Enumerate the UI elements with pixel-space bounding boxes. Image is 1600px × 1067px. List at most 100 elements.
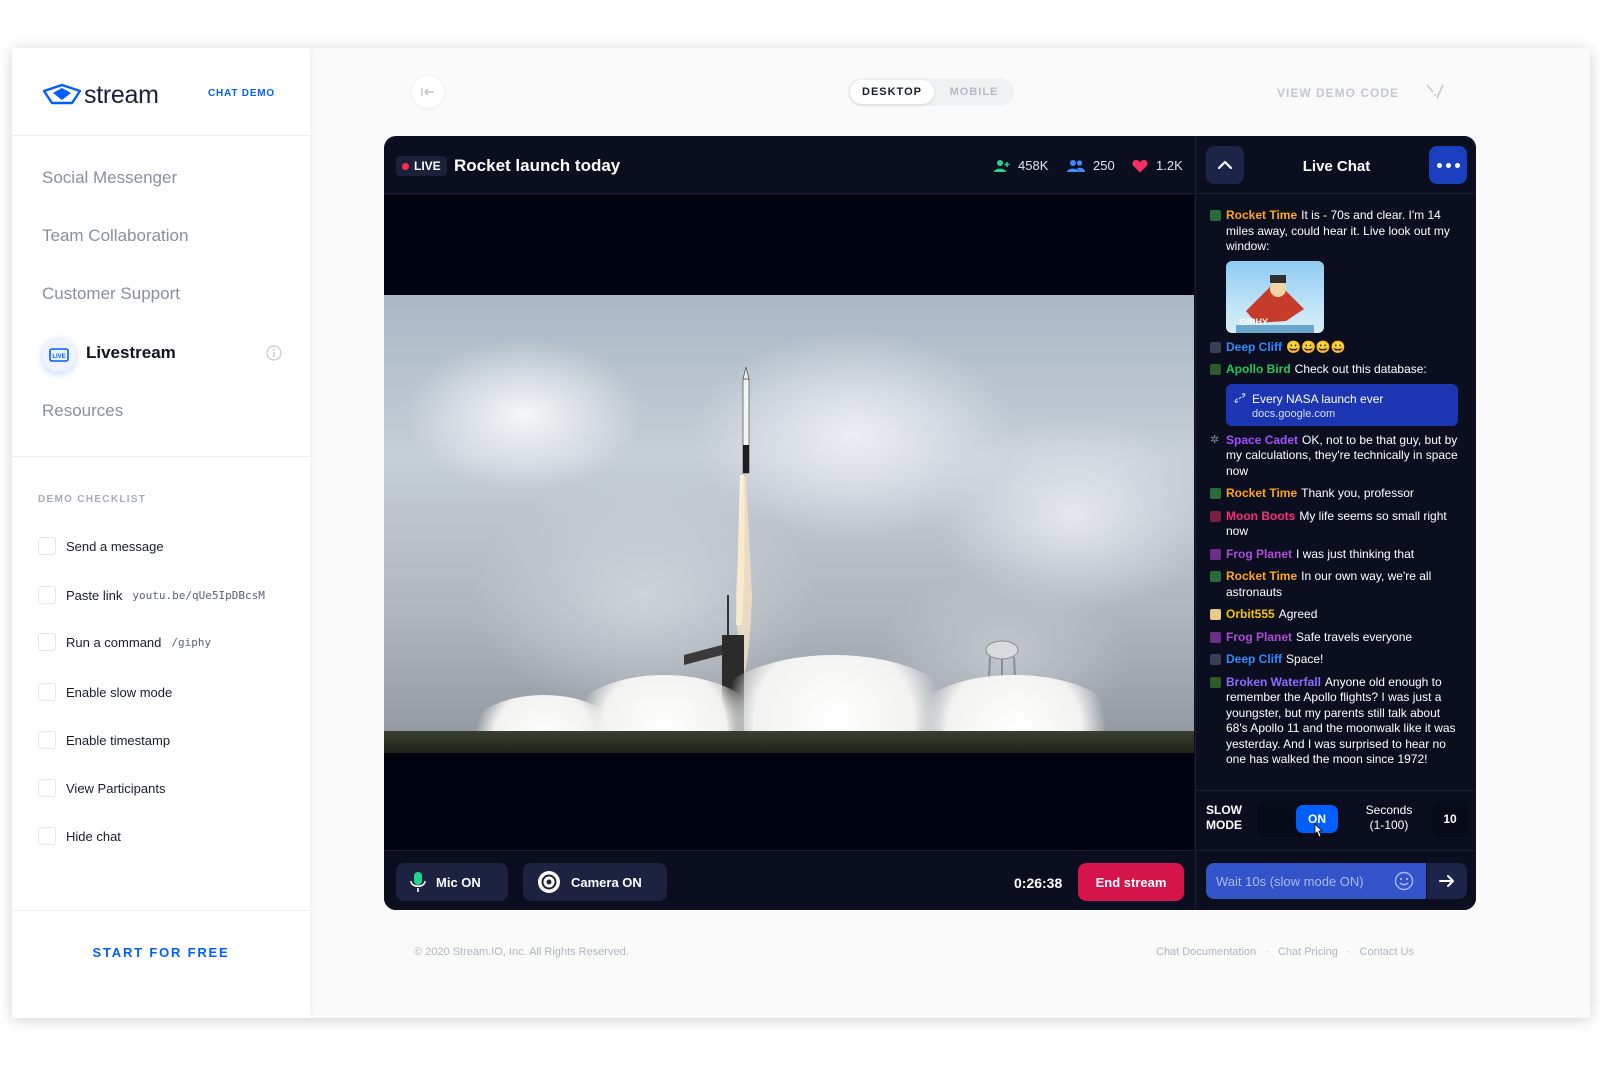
user-avatar-icon (1210, 364, 1221, 375)
code-icon[interactable] (1424, 82, 1446, 100)
video-area (384, 195, 1194, 850)
message-text: Space! (1286, 652, 1324, 666)
seconds-label: Seconds (1-100) (1354, 803, 1424, 833)
message-username[interactable]: Space Cadet (1226, 433, 1298, 447)
checklist-code: /giphy (171, 635, 212, 649)
checklist-item[interactable]: Enable slow mode (38, 681, 172, 703)
checkbox[interactable] (38, 633, 56, 651)
message-username[interactable]: Deep Cliff (1226, 340, 1282, 354)
mobile-view-button[interactable]: MOBILE (936, 80, 1012, 104)
checklist-label: View Participants (66, 780, 166, 796)
message-username[interactable]: Deep Cliff (1226, 652, 1282, 666)
message-username[interactable]: Frog Planet (1226, 630, 1292, 644)
chat-more-button[interactable] (1429, 146, 1467, 184)
start-for-free-button[interactable]: START FOR FREE (12, 945, 310, 960)
stream-timer: 0:26:38 (1014, 875, 1063, 891)
user-avatar-icon (1210, 488, 1221, 499)
heart-icon (1132, 159, 1148, 172)
message-username[interactable]: Frog Planet (1226, 547, 1292, 561)
microphone-icon (410, 872, 426, 892)
nav-livestream[interactable]: Livestream (86, 343, 176, 363)
slow-mode-label-line1: SLOW (1206, 803, 1242, 817)
chat-messages: Rocket Time It is - 70s and clear. I'm 14… (1210, 208, 1464, 775)
checkbox[interactable] (38, 779, 56, 797)
user-avatar-icon (1210, 631, 1221, 643)
viewers-stat: 250 (1067, 158, 1115, 173)
nav-social-messenger[interactable]: Social Messenger (42, 168, 177, 188)
likes-count: 1.2K (1156, 158, 1183, 173)
checklist-item[interactable]: Send a message (38, 535, 164, 557)
camera-toggle-button[interactable]: Camera ON (523, 863, 667, 901)
info-icon[interactable] (266, 345, 282, 361)
likes-stat: 1.2K (1132, 158, 1183, 173)
message-text: 😀😀😀😀 (1286, 339, 1346, 354)
checklist-label: Send a message (66, 538, 164, 554)
collapse-sidebar-button[interactable] (412, 76, 444, 108)
seconds-input[interactable]: 10 (1432, 801, 1468, 837)
checklist-item[interactable]: Hide chat (38, 825, 121, 847)
chat-documentation-link[interactable]: Chat Documentation (1156, 946, 1256, 958)
camera-label: Camera ON (571, 874, 642, 890)
user-avatar-icon (1210, 609, 1221, 620)
view-demo-code-link[interactable]: VIEW DEMO CODE (1277, 86, 1399, 100)
checkbox[interactable] (38, 827, 56, 845)
copyright: © 2020 Stream.IO, Inc. All Rights Reserv… (414, 946, 629, 958)
message-username[interactable]: Moon Boots (1226, 509, 1295, 523)
checkbox[interactable] (38, 683, 56, 701)
send-button[interactable] (1427, 863, 1467, 899)
slow-mode-bar: SLOW MODE ON Seconds (1-100) 10 (1196, 790, 1476, 850)
checklist-label: Paste link (66, 587, 123, 603)
message-username[interactable]: Rocket Time (1226, 569, 1297, 583)
chat-header: Live Chat (1196, 136, 1476, 194)
message-username[interactable]: Rocket Time (1226, 208, 1297, 222)
mic-toggle-button[interactable]: Mic ON (396, 863, 508, 901)
checklist-item[interactable]: Enable timestamp (38, 729, 170, 751)
user-avatar-icon (1210, 676, 1221, 688)
message-username[interactable]: Broken Waterfall (1226, 675, 1321, 689)
chat-message-input[interactable] (1206, 863, 1426, 899)
checkbox[interactable] (38, 731, 56, 749)
message-username[interactable]: Rocket Time (1226, 486, 1297, 500)
end-stream-button[interactable]: End stream (1078, 863, 1184, 901)
link-preview-card[interactable]: Every NASA launch ever docs.google.com (1226, 383, 1458, 426)
nav-resources[interactable]: Resources (42, 401, 123, 421)
chat-message: Orbit555 Agreed (1210, 607, 1464, 623)
users-icon (1067, 159, 1085, 172)
message-username[interactable]: Apollo Bird (1226, 362, 1291, 376)
message-text: Safe travels everyone (1296, 629, 1413, 644)
emoji-icon[interactable] (1394, 871, 1414, 891)
chat-message: Rocket Time It is - 70s and clear. I'm 14… (1210, 208, 1464, 333)
checklist-item[interactable]: Paste link youtu.be/qUe5IpDBcsM (38, 584, 265, 606)
live-chat-panel: Live Chat Rocket Time It is - 70s and cle… (1195, 136, 1476, 910)
slow-mode-toggle[interactable]: ON (1258, 801, 1340, 837)
livestream-icon: LIVE (42, 338, 76, 372)
checkbox[interactable] (38, 537, 56, 555)
message-text: Thank you, professor (1301, 486, 1414, 500)
checkbox[interactable] (38, 586, 56, 604)
view-toggle: DESKTOP MOBILE (848, 78, 1014, 106)
message-username[interactable]: Orbit555 (1226, 607, 1275, 621)
user-avatar-icon (1210, 548, 1221, 560)
checklist-item[interactable]: View Participants (38, 777, 165, 799)
nav-team-collaboration[interactable]: Team Collaboration (42, 226, 188, 246)
desktop-view-button[interactable]: DESKTOP (850, 80, 934, 104)
divider (12, 910, 310, 911)
chat-message: Broken Waterfall Anyone old enough to rem… (1210, 675, 1464, 768)
checklist-item[interactable]: Run a command /giphy (38, 631, 211, 653)
contact-us-link[interactable]: Contact Us (1360, 946, 1414, 958)
checklist-label: Enable slow mode (66, 684, 173, 700)
checklist-label: Enable timestamp (66, 732, 171, 748)
chat-pricing-link[interactable]: Chat Pricing (1278, 946, 1338, 958)
brand-logo[interactable]: stream (42, 78, 159, 112)
divider (12, 135, 310, 136)
nav-customer-support[interactable]: Customer Support (42, 284, 180, 304)
live-label: LIVE (414, 159, 441, 173)
giphy-image[interactable]: GIPHY (1226, 260, 1324, 333)
sparkle-icon: ✲ (1210, 433, 1220, 446)
user-avatar-icon (1210, 571, 1221, 582)
checklist-label: Run a command (66, 634, 162, 650)
stream-controls: Mic ON Camera ON 0:26:38 End stream (384, 850, 1194, 910)
chat-message: Moon Boots My life seems so small right n… (1210, 509, 1464, 540)
live-badge: LIVE (396, 156, 447, 176)
svg-text:LIVE: LIVE (52, 354, 65, 360)
